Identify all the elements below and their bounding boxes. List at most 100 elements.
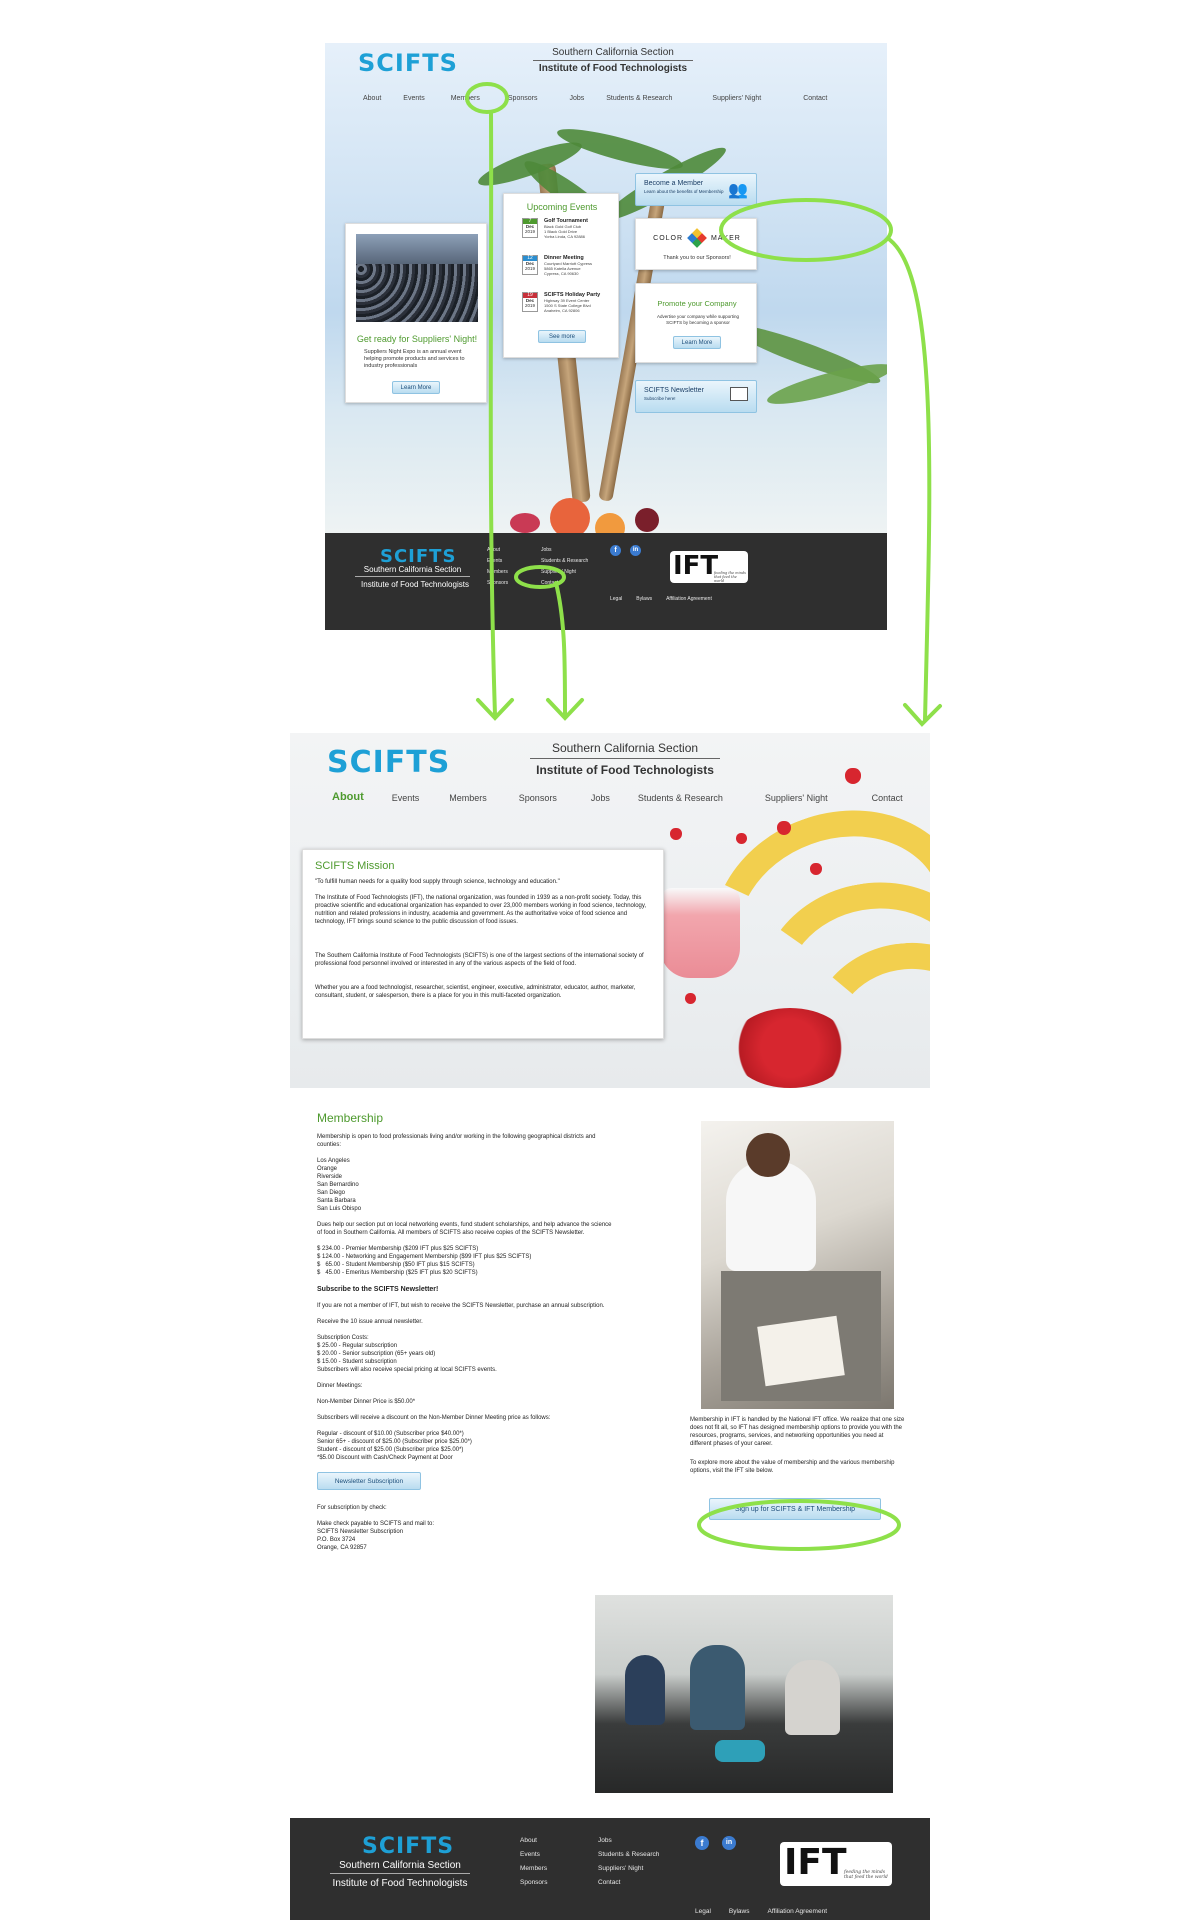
- event-details: SCIFTS Holiday Party Highway 39 Event Cen…: [544, 292, 616, 313]
- footer-links-col1: About Events Members Sponsors: [520, 1834, 547, 1890]
- footer-section-name: Southern California Section: [330, 1860, 470, 1874]
- ift-logo[interactable]: IFT feeding the minds that feed the worl…: [670, 551, 748, 583]
- newsletter-box[interactable]: SCIFTS Newsletter Subscribe here!: [635, 380, 757, 413]
- footer-link[interactable]: Contact: [541, 578, 588, 589]
- membership-prices: $ 234.00 - Premier Membership ($209 IFT …: [317, 1245, 617, 1277]
- newsletter-subscription-button[interactable]: Newsletter Subscription: [317, 1472, 421, 1490]
- suppliers-headline: Get ready for Suppliers' Night!: [356, 334, 478, 344]
- event-item[interactable]: 12 Dec 2019 Dinner Meeting Courtyard Marriot…: [522, 255, 616, 292]
- footer-legal-link[interactable]: Affiliation Agreement: [768, 1908, 828, 1915]
- discount-item: Senior 65+ - discount of $25.00 (Subscri…: [317, 1439, 472, 1445]
- dues-text: Dues help our section put on local netwo…: [317, 1222, 612, 1236]
- footer-legal-link[interactable]: Bylaws: [729, 1908, 750, 1915]
- sponsor-box[interactable]: COLOR MAKER Thank you to our Sponsors!: [635, 218, 757, 270]
- county-item: San Diego: [317, 1190, 346, 1196]
- nav-jobs[interactable]: Jobs: [569, 95, 584, 102]
- cost-item: $ 25.00 - Regular subscription: [317, 1343, 398, 1349]
- footer-link[interactable]: Contact: [598, 1876, 659, 1890]
- suppliers-night-card: Get ready for Suppliers' Night! Supplier…: [345, 223, 487, 403]
- nav-events[interactable]: Events: [392, 793, 420, 803]
- event-year: 2019: [524, 266, 535, 271]
- nav-about[interactable]: About: [332, 791, 364, 803]
- footer-logo[interactable]: SCIFTS: [362, 1834, 454, 1859]
- county-item: Riverside: [317, 1174, 343, 1180]
- people-icon: 👥: [728, 182, 748, 199]
- event-details: Golf Tournament Black Gold Golf Club 1 Bla…: [544, 218, 616, 239]
- color-maker-logo: COLOR MAKER: [636, 228, 758, 248]
- linkedin-icon[interactable]: in: [630, 545, 641, 556]
- nav-contact[interactable]: Contact: [803, 95, 827, 102]
- footer-link[interactable]: Jobs: [541, 545, 588, 556]
- footer-link[interactable]: Members: [520, 1862, 547, 1876]
- suppliers-learn-more-button[interactable]: Learn More: [392, 381, 440, 394]
- nav-sponsors[interactable]: Sponsors: [508, 95, 538, 102]
- footer-legal-link[interactable]: Bylaws: [636, 596, 652, 602]
- site-logo[interactable]: SCIFTS: [327, 745, 450, 780]
- membership-title: Membership: [317, 1111, 384, 1125]
- nav-students-research[interactable]: Students & Research: [638, 793, 723, 803]
- footer-link[interactable]: About: [487, 545, 508, 556]
- nav-students-research[interactable]: Students & Research: [606, 95, 672, 102]
- site-logo[interactable]: SCIFTS: [358, 49, 458, 77]
- footer-logo[interactable]: SCIFTS: [380, 546, 456, 567]
- promote-title: Promote your Company: [657, 299, 737, 308]
- footer-link[interactable]: Students & Research: [598, 1848, 659, 1862]
- footer-link[interactable]: Members: [487, 567, 508, 578]
- linkedin-icon[interactable]: in: [722, 1836, 736, 1850]
- site-footer: SCIFTS Southern California Section Insti…: [290, 1818, 930, 1920]
- footer-link[interactable]: Events: [487, 556, 508, 567]
- event-address-line: Yorba Linda, CA 92886: [544, 234, 585, 239]
- footer-link[interactable]: Students & Research: [541, 556, 588, 567]
- discount-item: Student - discount of $25.00 (Subscriber…: [317, 1447, 464, 1453]
- ift-logo[interactable]: IFT feeding the minds that feed the worl…: [780, 1842, 892, 1886]
- price-item: $ 124.00 - Networking and Engagement Mem…: [317, 1254, 532, 1260]
- events-list: 7 Dec 2019 Golf Tournament Black Gold Golf C…: [522, 218, 616, 329]
- suppliers-body: Suppliers Night Expo is an annual event …: [364, 349, 465, 369]
- mission-paragraph-2: The Southern California Institute of Foo…: [315, 953, 644, 967]
- nav-sponsors[interactable]: Sponsors: [519, 793, 557, 803]
- ift-tagline: feeding the minds that feed the world: [714, 571, 746, 583]
- nav-contact[interactable]: Contact: [872, 793, 903, 803]
- footer-link[interactable]: Jobs: [598, 1834, 659, 1848]
- grapefruit-image: [550, 498, 590, 538]
- footer-legal-link[interactable]: Legal: [610, 596, 622, 602]
- mission-paragraph-3: Whether you are a food technologist, res…: [315, 985, 636, 999]
- nav-members[interactable]: Members: [449, 793, 487, 803]
- footer-link[interactable]: Events: [520, 1848, 547, 1862]
- footer-legal-link[interactable]: Affiliation Agreement: [666, 596, 712, 602]
- org-name: Institute of Food Technologists: [536, 763, 714, 777]
- nav-jobs[interactable]: Jobs: [591, 793, 610, 803]
- become-member-box[interactable]: Become a Member Learn about the benefits…: [635, 173, 757, 206]
- mission-quote: "To fulfill human needs for a quality fo…: [315, 879, 560, 885]
- kitchen-people-photo: [595, 1595, 893, 1793]
- footer-org-name: Institute of Food Technologists: [361, 580, 469, 589]
- raspberry: [670, 828, 682, 840]
- event-item[interactable]: 7 Dec 2019 Golf Tournament Black Gold Golf C…: [522, 218, 616, 255]
- annotation-arrowhead-1: [476, 698, 514, 721]
- footer-legal-link[interactable]: Legal: [695, 1908, 711, 1915]
- calendar-icon: 19 Dec 2019: [522, 292, 538, 312]
- event-item[interactable]: 19 Dec 2019 SCIFTS Holiday Party Highway 39 …: [522, 292, 616, 329]
- event-address-line: Anaheim, CA 92806: [544, 308, 580, 313]
- promote-learn-more-button[interactable]: Learn More: [673, 336, 721, 349]
- nav-suppliers-night[interactable]: Suppliers' Night: [712, 95, 761, 102]
- nav-events[interactable]: Events: [403, 95, 424, 102]
- dinner-heading: Dinner Meetings:: [317, 1383, 363, 1389]
- calendar-icon: 7 Dec 2019: [522, 218, 538, 238]
- footer-link[interactable]: About: [520, 1834, 547, 1848]
- suppliers-photo: [356, 234, 478, 322]
- dinner-paragraph: Subscribers will receive a discount on t…: [317, 1415, 551, 1421]
- nav-members[interactable]: Members: [451, 95, 480, 102]
- signup-membership-button[interactable]: Sign up for SCIFTS & IFT Membership: [709, 1498, 881, 1520]
- footer-link[interactable]: Suppliers' Night: [598, 1862, 659, 1876]
- see-more-button[interactable]: See more: [538, 330, 586, 343]
- footer-link[interactable]: Suppliers' Night: [541, 567, 588, 578]
- nav-suppliers-night[interactable]: Suppliers' Night: [765, 793, 828, 803]
- price-item: $ 234.00 - Premier Membership ($209 IFT …: [317, 1246, 479, 1252]
- footer-link[interactable]: Sponsors: [487, 578, 508, 589]
- facebook-icon[interactable]: f: [610, 545, 621, 556]
- nav-about[interactable]: About: [363, 95, 381, 102]
- footer-link[interactable]: Sponsors: [520, 1876, 547, 1890]
- facebook-icon[interactable]: f: [695, 1836, 709, 1850]
- county-item: Santa Barbara: [317, 1198, 356, 1204]
